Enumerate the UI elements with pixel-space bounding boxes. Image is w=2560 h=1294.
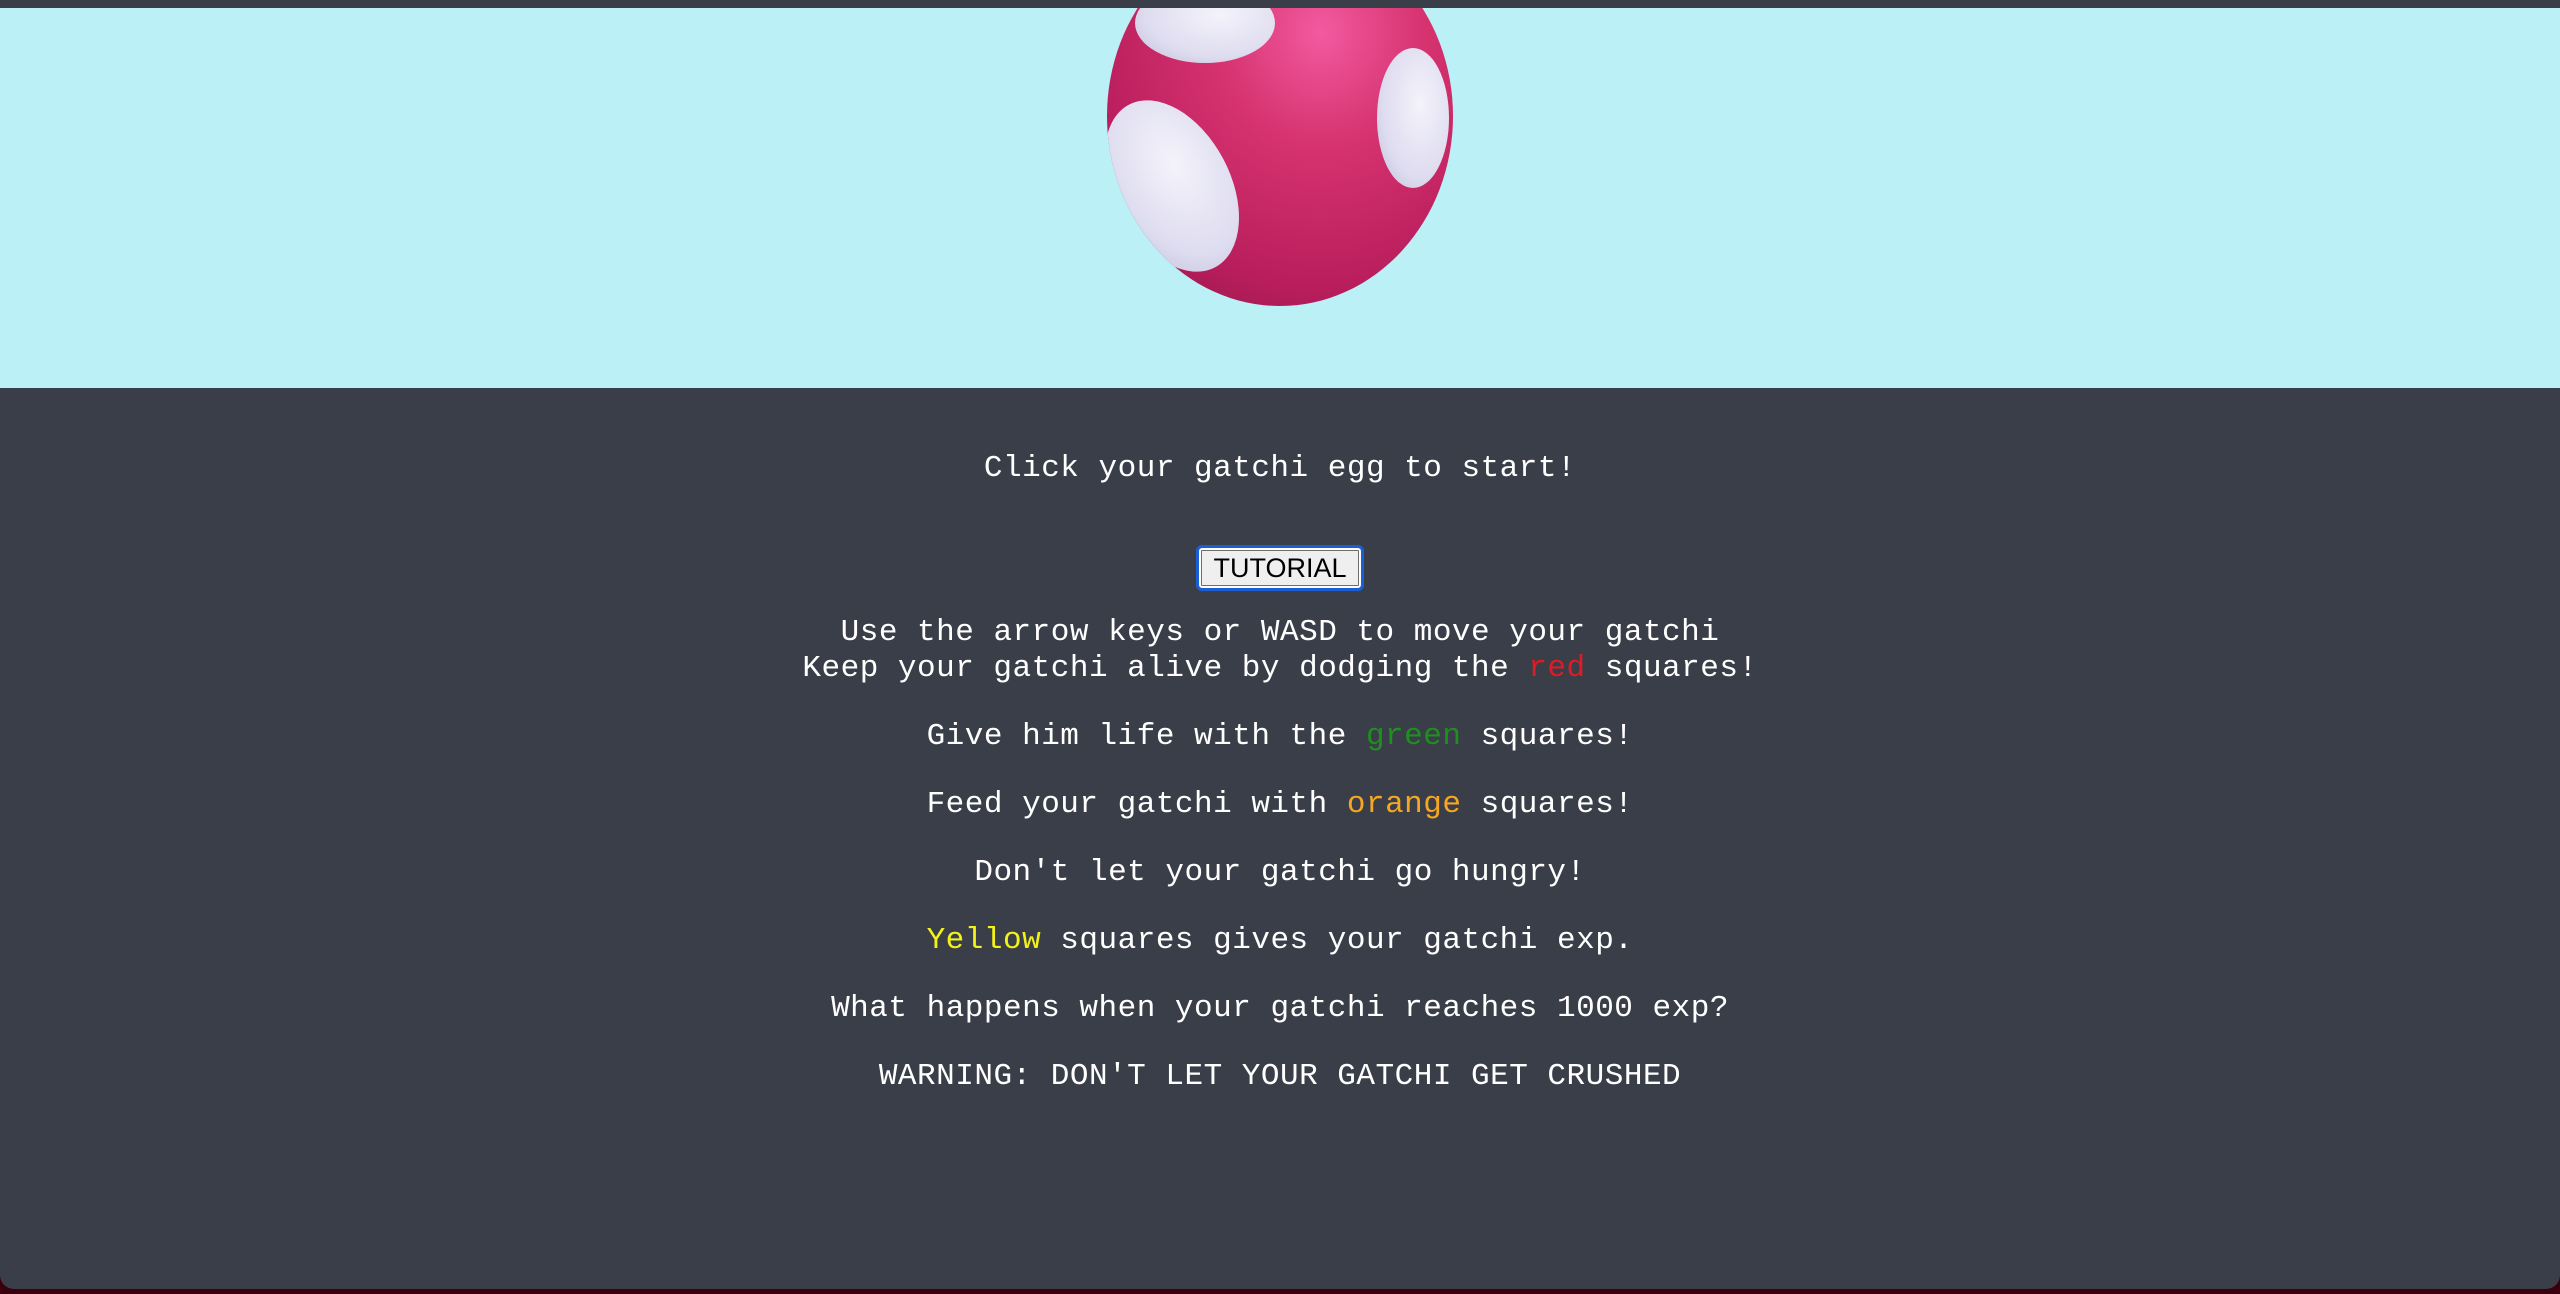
tutorial-exp-text: Yellow squares gives your gatchi exp. (0, 923, 2560, 959)
life-suffix: squares! (1461, 719, 1634, 754)
tutorial-hungry-text: Don't let your gatchi go hungry! (974, 855, 1586, 890)
green-word: green (1365, 719, 1462, 754)
gatchi-egg-icon[interactable] (1090, 8, 1470, 306)
start-prompt: Click your gatchi egg to start! (983, 451, 1577, 486)
info-panel: Click your gatchi egg to start! TUTORIAL… (0, 388, 2560, 1289)
tutorial-button[interactable]: TUTORIAL (1196, 545, 1364, 591)
tutorial-question-text: What happens when your gatchi reaches 10… (831, 991, 1729, 1026)
red-word: red (1528, 651, 1586, 686)
feed-prefix: Feed your gatchi with (926, 787, 1347, 822)
life-prefix: Give him life with the (926, 719, 1366, 754)
game-container: Click your gatchi egg to start! TUTORIAL… (0, 0, 2560, 1289)
tutorial-warning-text: WARNING: DON'T LET YOUR GATCHI GET CRUSH… (878, 1059, 1682, 1094)
tutorial-dodge-text: Keep your gatchi alive by dodging the re… (0, 651, 2560, 687)
game-stage[interactable] (0, 8, 2560, 388)
dodge-prefix: Keep your gatchi alive by dodging the (802, 651, 1529, 686)
tutorial-life-text: Give him life with the green squares! (0, 719, 2560, 755)
orange-word: orange (1346, 787, 1462, 822)
feed-suffix: squares! (1461, 787, 1634, 822)
exp-suffix: squares gives your gatchi exp. (1041, 923, 1634, 958)
dodge-suffix: squares! (1585, 651, 1758, 686)
yellow-word: Yellow (926, 923, 1042, 958)
tutorial-move-text: Use the arrow keys or WASD to move your … (840, 615, 1720, 650)
tutorial-feed-text: Feed your gatchi with orange squares! (0, 787, 2560, 823)
